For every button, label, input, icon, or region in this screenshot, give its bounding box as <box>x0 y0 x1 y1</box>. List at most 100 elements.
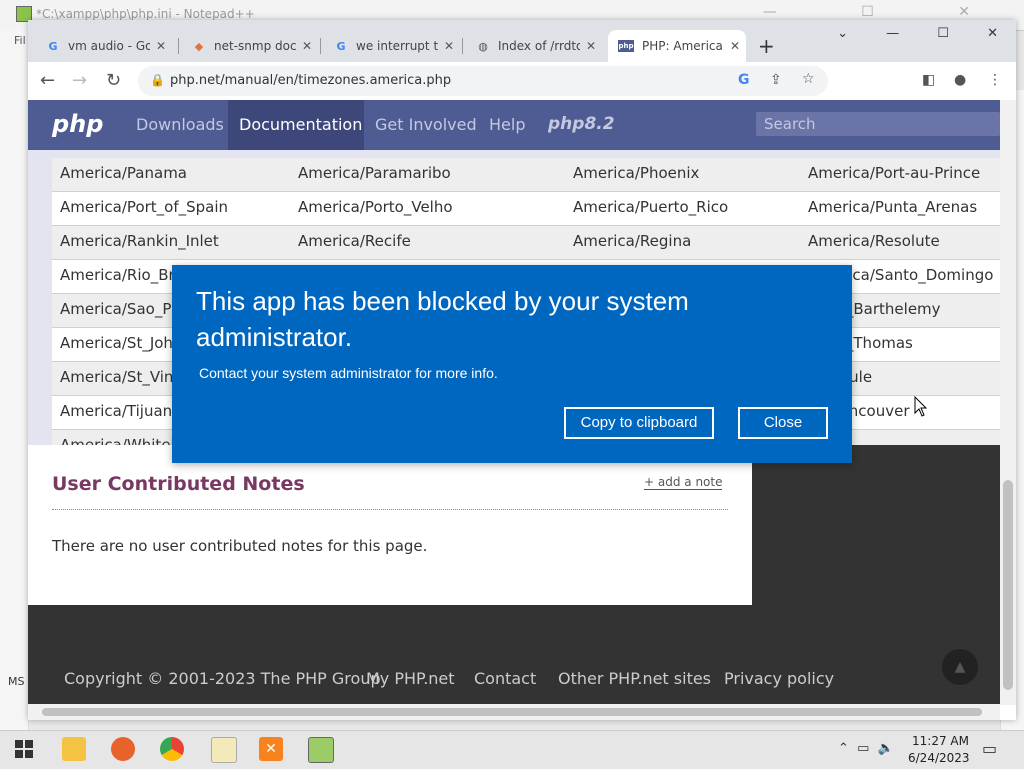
tab-index-rrdtool[interactable]: ◍ Index of /rrdto ✕ <box>462 30 596 62</box>
back-icon[interactable]: ← <box>40 70 55 91</box>
tab-strip: G vm audio - Go ✕ ◆ net-snmp doc ✕ G we … <box>28 20 1016 62</box>
add-note-link[interactable]: + add a note <box>644 475 723 490</box>
dialog-message: Contact your system administrator for mo… <box>199 365 498 381</box>
timezone-cell: America/Port_of_Spain <box>60 198 229 216</box>
notepad-plus-plus-icon[interactable] <box>308 737 334 763</box>
timezone-cell: America/Phoenix <box>573 164 700 182</box>
clock-time[interactable]: 11:27 AM <box>912 734 969 748</box>
nav-help[interactable]: Help <box>489 115 525 134</box>
mouse-cursor-icon <box>914 396 928 417</box>
tab-php-america[interactable]: php PHP: America ✕ <box>608 30 746 62</box>
table-row: America/Panama America/Paramaribo America/… <box>52 158 1000 192</box>
close-icon[interactable]: ✕ <box>156 39 166 53</box>
timezone-cell: America/Port-au-Prince <box>808 164 981 182</box>
maximize-icon[interactable]: ☐ <box>937 26 949 41</box>
notepad-window-controls[interactable]: — ☐ ✕ <box>763 4 1010 20</box>
timezone-cell: America/Paramaribo <box>298 164 451 182</box>
system-tray[interactable]: ⌃ ▭ 🔈 <box>838 741 894 756</box>
copy-to-clipboard-button[interactable]: Copy to clipboard <box>564 407 714 439</box>
google-translate-icon[interactable]: G <box>738 72 750 88</box>
forward-icon[interactable]: → <box>72 70 87 91</box>
timezone-cell: America/St_Vin <box>60 368 174 386</box>
notepad-left-edge <box>0 30 29 730</box>
share-icon[interactable]: ⇪ <box>770 72 782 88</box>
nav-get-involved[interactable]: Get Involved <box>375 115 477 134</box>
reload-icon[interactable]: ↻ <box>106 70 121 91</box>
new-tab-button[interactable]: + <box>758 34 775 58</box>
timezone-cell: America/Puerto_Rico <box>573 198 729 216</box>
google-icon: G <box>336 39 346 53</box>
tab-vm-audio[interactable]: G vm audio - Go ✕ <box>32 30 166 62</box>
table-row: America/Rankin_Inlet America/Recife Americ… <box>52 226 1000 260</box>
chrome-icon[interactable] <box>160 737 184 761</box>
blocked-app-dialog: This app has been blocked by your system… <box>172 265 852 463</box>
nav-downloads[interactable]: Downloads <box>136 115 224 134</box>
footer-contact[interactable]: Contact <box>474 669 536 688</box>
globe-icon: ◍ <box>478 39 488 53</box>
php-version-logo[interactable]: php8.2 <box>548 114 615 134</box>
address-bar[interactable]: 🔒 php.net/manual/en/timezones.america.ph… <box>138 66 828 96</box>
tab-we-interrupt[interactable]: G we interrupt th ✕ <box>320 30 454 62</box>
timezone-cell: America/Tijuan <box>60 402 173 420</box>
bookmark-star-icon[interactable]: ☆ <box>802 71 815 87</box>
close-icon[interactable]: ✕ <box>302 39 312 53</box>
timezone-cell: America/Regina <box>573 232 692 250</box>
close-button[interactable]: Close <box>738 407 828 439</box>
notes-divider <box>52 509 728 510</box>
timezone-cell: America/Panama <box>60 164 187 182</box>
close-icon[interactable]: ✕ <box>730 39 740 53</box>
notepad-app-icon[interactable] <box>211 737 237 763</box>
profile-icon[interactable]: ● <box>954 72 966 88</box>
php-icon: php <box>618 40 634 52</box>
menu-icon[interactable]: ⋮ <box>988 72 1002 88</box>
browser-toolbar: ← → ↻ 🔒 php.net/manual/en/timezones.amer… <box>28 62 1016 101</box>
start-windows-icon[interactable] <box>12 737 36 761</box>
firefox-icon[interactable] <box>111 737 135 761</box>
minimize-icon[interactable]: — <box>886 26 899 41</box>
horizontal-scroll-thumb[interactable] <box>42 708 982 716</box>
close-icon[interactable]: ✕ <box>586 39 596 53</box>
timezone-cell: America/Punta_Arenas <box>808 198 978 216</box>
tab-label: PHP: America <box>642 39 723 53</box>
dialog-title: This app has been blocked by your system… <box>196 286 689 352</box>
timezone-cell: America/Recife <box>298 232 411 250</box>
php-navbar: php Downloads Documentation Get Involved… <box>28 100 1000 150</box>
footer-privacy[interactable]: Privacy policy <box>724 669 834 688</box>
file-explorer-icon[interactable] <box>62 737 86 761</box>
php-logo[interactable]: php <box>52 110 103 138</box>
tab-label: Index of /rrdto <box>498 39 580 53</box>
lock-icon[interactable]: 🔒 <box>150 73 165 87</box>
table-row: America/Port_of_Spain America/Porto_Velho… <box>52 192 1000 226</box>
browser-window-controls[interactable]: ⌄ — ☐ ✕ <box>803 26 998 41</box>
close-window-icon[interactable]: ✕ <box>987 26 998 41</box>
tab-search-icon[interactable]: ⌄ <box>837 26 848 41</box>
side-panel-icon[interactable]: ◧ <box>922 72 935 88</box>
url-text[interactable]: php.net/manual/en/timezones.america.php <box>170 73 451 88</box>
timezone-cell: America/Resolute <box>808 232 940 250</box>
clock-date[interactable]: 6/24/2023 <box>908 751 970 765</box>
xampp-icon[interactable]: ✕ <box>259 737 283 761</box>
vertical-scroll-thumb[interactable] <box>1003 480 1013 690</box>
search-input[interactable]: Search <box>756 112 1000 136</box>
page-footer: Copyright © 2001-2023 The PHP Group My P… <box>28 605 1000 720</box>
google-icon: G <box>48 39 58 53</box>
tab-label: vm audio - Go <box>68 39 150 53</box>
dark-sidebar-area <box>752 445 1000 605</box>
tab-net-snmp[interactable]: ◆ net-snmp doc ✕ <box>178 30 312 62</box>
footer-other-sites[interactable]: Other PHP.net sites <box>558 669 711 688</box>
notepad-menu-fragment[interactable]: Fil <box>14 34 26 47</box>
close-icon[interactable]: ✕ <box>444 39 454 53</box>
timezone-cell: America/Porto_Velho <box>298 198 453 216</box>
windows-taskbar: ✕ ⌃ ▭ 🔈 11:27 AM 6/24/2023 ▭ <box>0 730 1024 769</box>
timezone-cell: America/Rankin_Inlet <box>60 232 219 250</box>
footer-my-php[interactable]: My PHP.net <box>366 669 455 688</box>
timezone-cell: America/Sao_P <box>60 300 172 318</box>
diamond-icon: ◆ <box>194 39 204 53</box>
footer-copyright[interactable]: Copyright © 2001-2023 The PHP Group <box>64 669 381 688</box>
notification-icon[interactable]: ▭ <box>982 739 997 758</box>
notes-empty-text: There are no user contributed notes for … <box>52 537 428 555</box>
nav-documentation[interactable]: Documentation <box>228 100 364 150</box>
scroll-to-top-button[interactable]: ▲ <box>942 649 978 685</box>
tab-label: we interrupt th <box>356 39 438 53</box>
timezone-cell: America/St_Joh <box>60 334 173 352</box>
